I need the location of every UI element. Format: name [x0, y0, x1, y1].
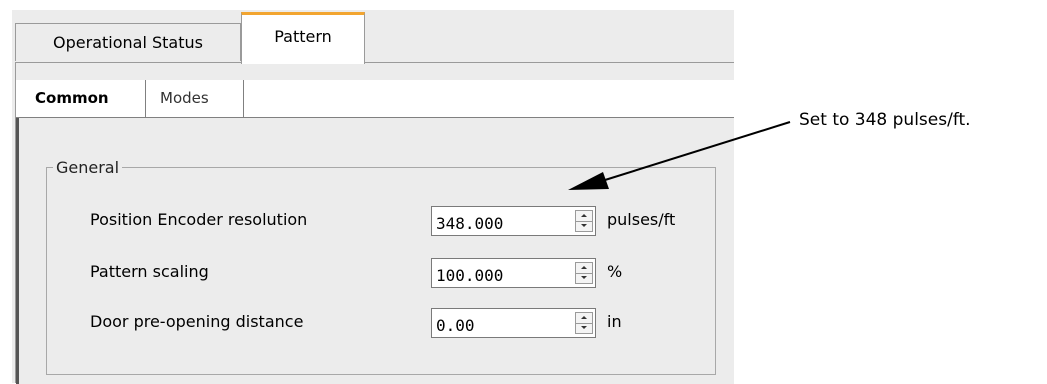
pattern-panel: Common Modes General Position Encoder re…	[15, 62, 734, 384]
door-preopening-input[interactable]	[432, 309, 560, 337]
outer-tab-strip: Operational Status Pattern	[12, 10, 734, 64]
annotation-callout: Set to 348 pulses/ft.	[799, 110, 971, 130]
inner-tab-strip: Common Modes	[16, 80, 734, 118]
pattern-scaling-label: Pattern scaling	[90, 262, 209, 281]
pattern-scaling-spinbox	[431, 258, 596, 288]
tab-modes[interactable]: Modes	[146, 80, 244, 117]
encoder-resolution-unit: pulses/ft	[607, 210, 676, 229]
settings-window: Operational Status Pattern Common Modes …	[12, 10, 734, 384]
door-preopening-spin-buttons	[575, 312, 593, 334]
decrement-arrow-icon[interactable]	[576, 221, 592, 231]
tab-pattern[interactable]: Pattern	[241, 12, 365, 64]
decrement-arrow-icon[interactable]	[576, 273, 592, 283]
common-panel: General Position Encoder resolution puls…	[16, 118, 734, 384]
door-preopening-spinbox	[431, 308, 596, 338]
pattern-scaling-spin-buttons	[575, 262, 593, 284]
pattern-scaling-input[interactable]	[432, 259, 560, 287]
tab-common[interactable]: Common	[29, 80, 146, 117]
encoder-resolution-label: Position Encoder resolution	[90, 210, 308, 229]
encoder-resolution-input[interactable]	[432, 207, 560, 235]
decrement-arrow-icon[interactable]	[576, 323, 592, 333]
tab-operational-status[interactable]: Operational Status	[15, 23, 241, 61]
pattern-scaling-unit: %	[607, 262, 623, 281]
encoder-resolution-spin-buttons	[575, 210, 593, 232]
door-preopening-unit: in	[607, 312, 622, 331]
encoder-resolution-spinbox	[431, 206, 596, 236]
door-preopening-label: Door pre-opening distance	[90, 312, 304, 331]
general-group-title: General	[56, 158, 120, 177]
